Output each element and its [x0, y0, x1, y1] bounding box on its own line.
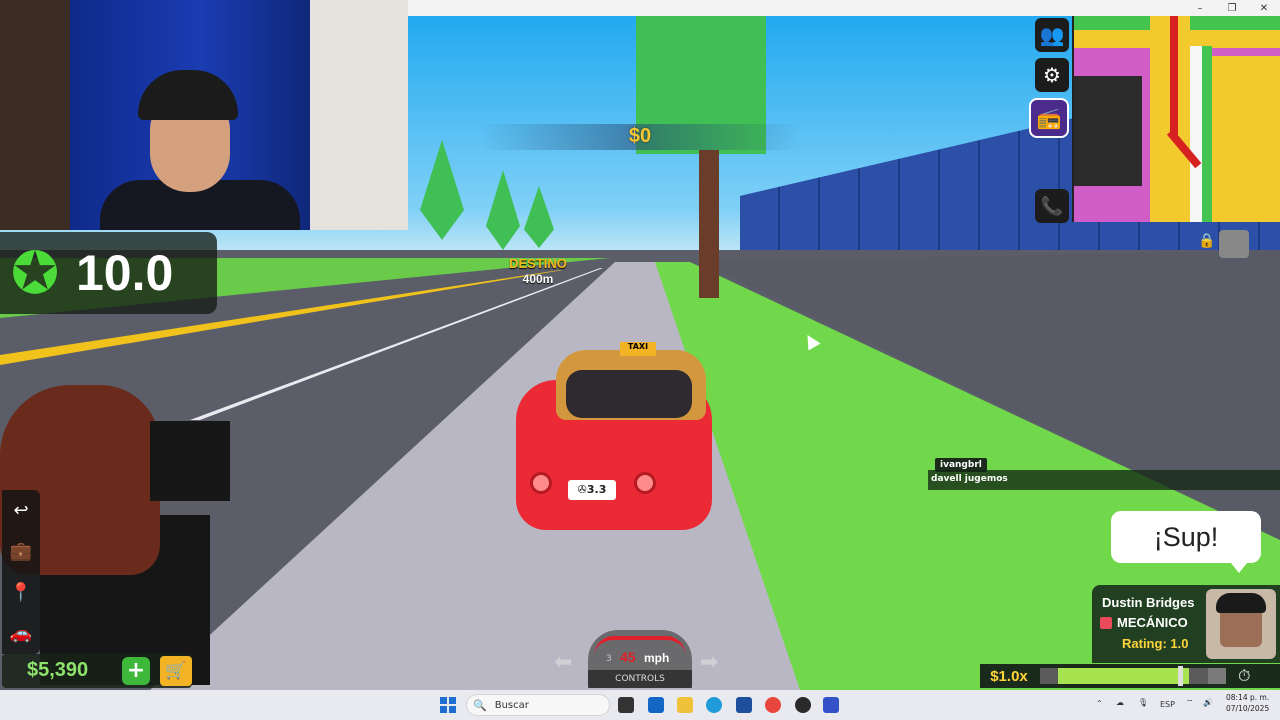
minimap[interactable] [1072, 16, 1280, 222]
speedometer: 3 45 mph CONTROLS [588, 630, 692, 688]
speed-unit: mph [644, 651, 670, 665]
multiplier-track [1040, 666, 1226, 686]
passenger-card: Dustin Bridges MECÁNICO Rating: 1.0 [1092, 585, 1280, 663]
store-icon[interactable] [736, 697, 752, 713]
car-icon[interactable]: 🚗 [2, 613, 40, 654]
cash-balance: $5,390 [27, 659, 89, 681]
minimap-sidewalk [1190, 46, 1202, 222]
steer-left-arrow-icon[interactable]: ⬅ [554, 650, 572, 675]
speedometer-icon[interactable]: ⏱ [1238, 666, 1250, 686]
passenger-role-label: MECÁNICO [1117, 615, 1188, 630]
tray-chevron-icon[interactable]: ⌃ [1096, 699, 1103, 708]
taskbar-search[interactable]: 🔍 Buscar [466, 694, 610, 716]
toolbox-icon [1100, 616, 1112, 629]
lock-icon: 🔒 [1198, 233, 1216, 249]
edge-icon[interactable] [706, 697, 722, 713]
window-titlebar: – ❐ ✕ [408, 0, 1280, 16]
players-icon[interactable]: 👥 [1035, 18, 1069, 52]
wifi-icon[interactable]: ⌔ [1186, 698, 1194, 708]
map-pin-icon[interactable]: 📍 [2, 572, 40, 613]
left-action-buttons: ↩ 💼 📍 🚗 [2, 490, 40, 654]
chrome-icon[interactable] [765, 697, 781, 713]
passenger-speech-bubble: ¡Sup! [1111, 511, 1261, 573]
settings-gear-icon[interactable]: ⚙ [1035, 58, 1069, 92]
avatar-arm [150, 421, 230, 501]
chat-message: davell jugemos [928, 470, 1280, 490]
minimap-parking [1212, 56, 1280, 222]
star-badge-icon: ✪ [10, 239, 60, 307]
multiplier-fill [1058, 668, 1189, 684]
close-button[interactable]: ✕ [1248, 3, 1280, 14]
file-explorer-icon[interactable] [677, 697, 693, 713]
player-avatar-thumbnail[interactable] [1219, 230, 1249, 258]
task-view-icon[interactable] [618, 697, 634, 713]
minimap-route [1170, 16, 1178, 136]
passenger-hair [1216, 593, 1266, 613]
speedometer-arc [594, 636, 686, 656]
system-clock[interactable]: 08:14 p. m. 07/10/2025 [1226, 692, 1269, 714]
tail-light [530, 472, 552, 494]
back-arrow-icon[interactable]: ↩ [2, 490, 40, 531]
destination-distance: 400m [522, 272, 554, 286]
clock-date: 07/10/2025 [1226, 704, 1270, 713]
maximize-button[interactable]: ❐ [1216, 3, 1248, 14]
steer-right-arrow-icon[interactable]: ➡ [700, 650, 718, 675]
tree-trunk [699, 150, 719, 298]
windows-start-icon[interactable] [440, 697, 456, 713]
roblox-icon[interactable] [823, 697, 839, 713]
multiplier-track-end [1208, 668, 1226, 684]
controls-button[interactable]: CONTROLS [588, 670, 692, 688]
cash-panel: $5,390 + 🛒 [2, 654, 192, 688]
search-icon: 🔍 [473, 698, 487, 712]
speed-value: 45 [620, 649, 636, 665]
passenger-role: MECÁNICO [1100, 615, 1188, 630]
multiplier-label: $1.0x [990, 667, 1028, 685]
multiplier-marker [1178, 666, 1183, 686]
add-cash-button[interactable]: + [122, 657, 150, 685]
passenger-name: Dustin Bridges [1102, 595, 1195, 610]
minimap-building [1074, 76, 1142, 186]
car-rear-window [566, 370, 692, 418]
driver-rating-value: 10.0 [76, 245, 174, 301]
language-indicator[interactable]: ESP [1160, 700, 1175, 709]
minimize-button[interactable]: – [1184, 3, 1216, 14]
radio-icon[interactable]: 📻 [1029, 98, 1069, 138]
windows-taskbar: 🔍 Buscar ⌃ ☁ 🎙 ESP ⌔ 🔊 08:14 p. m. 07/10… [0, 690, 1280, 720]
volume-icon[interactable]: 🔊 [1203, 698, 1213, 707]
license-plate: ✇3.3 [568, 480, 616, 500]
passenger-avatar [1206, 589, 1276, 659]
clock-time: 08:14 p. m. [1226, 693, 1270, 702]
taxi-sign: TAXI [620, 342, 656, 356]
taskbar-search-placeholder: Buscar [494, 699, 529, 711]
gear-indicator: 3 [606, 654, 612, 664]
passenger-rating: Rating: 1.0 [1122, 636, 1189, 651]
obs-icon[interactable] [795, 697, 811, 713]
player-taxi-car: TAXI ✇3.3 [516, 340, 712, 540]
briefcase-icon[interactable]: 💼 [2, 531, 40, 572]
driver-rating-panel: ✪ 10.0 [0, 232, 217, 314]
webcam-shelf [0, 0, 75, 230]
multiplier-bar: $1.0x ⏱ [980, 664, 1280, 688]
tail-light [634, 472, 656, 494]
minimap-grass [1202, 46, 1212, 222]
game-screen: TAXI ✇3.3 – ❐ ✕ ✪ 10.0 $0 DESTINO 400m 👥… [0, 0, 1280, 720]
webcam-overlay [0, 0, 408, 230]
microphone-icon[interactable]: 🎙 [1138, 698, 1148, 707]
destination-label: DESTINO [509, 256, 567, 271]
webcam-wall [310, 0, 408, 230]
fare-earned: $0 [628, 125, 652, 147]
shopping-cart-icon[interactable]: 🛒 [160, 656, 192, 686]
phone-icon[interactable]: 📞 [1035, 189, 1069, 223]
onedrive-icon[interactable]: ☁ [1116, 698, 1124, 707]
side-button-column: 👥 ⚙ 📻 [1029, 18, 1071, 144]
outlook-icon[interactable] [648, 697, 664, 713]
